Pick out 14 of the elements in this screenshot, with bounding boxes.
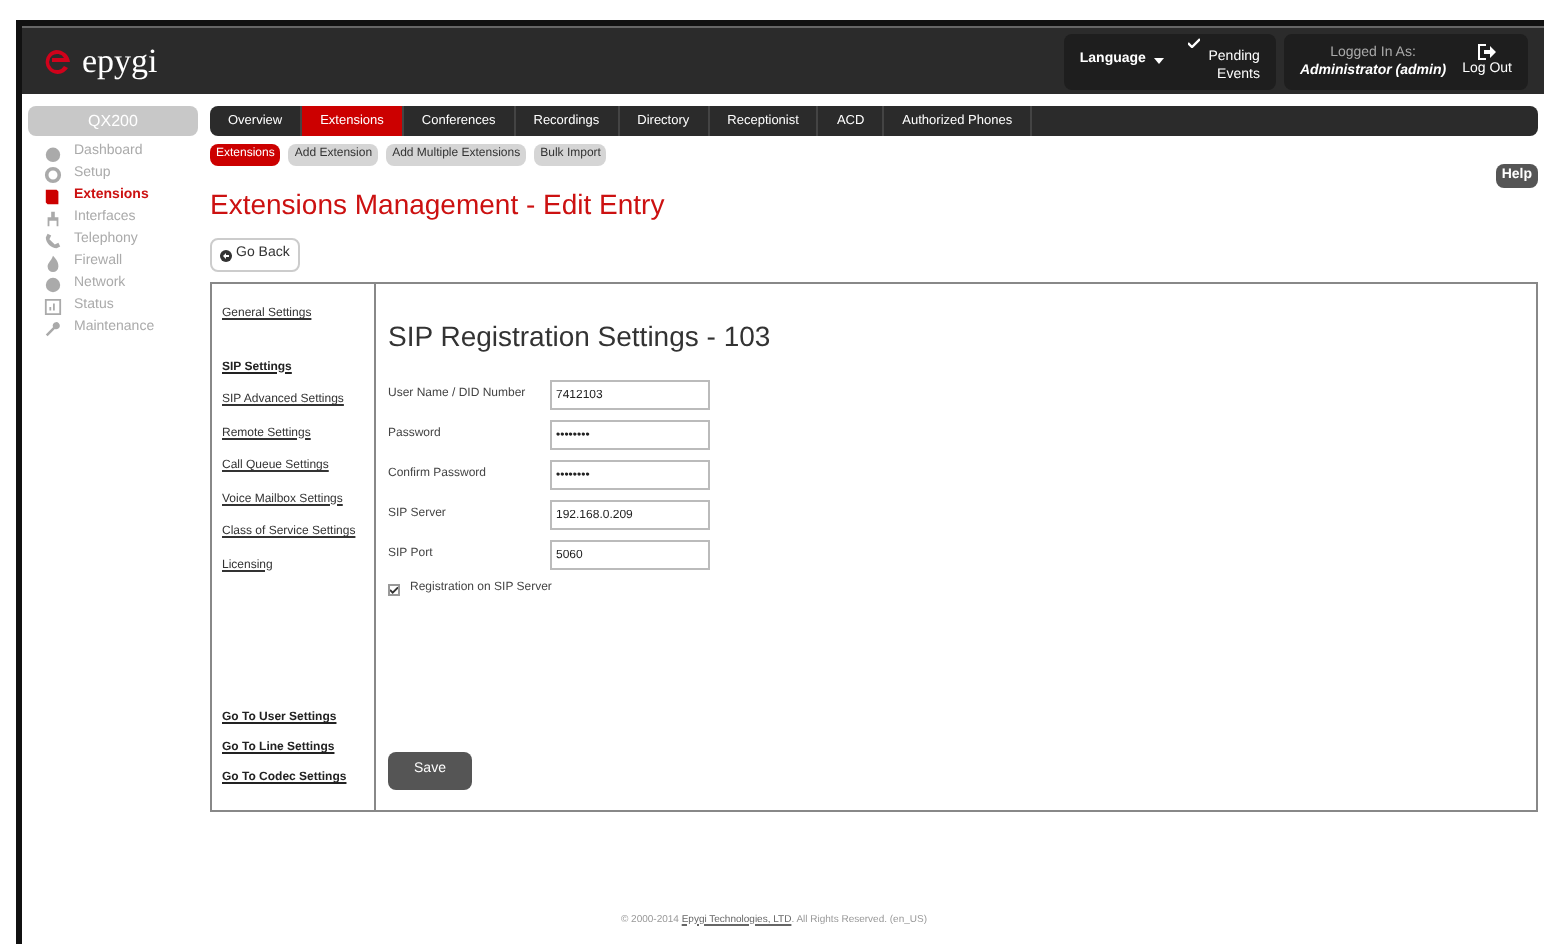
- arrow-circle-icon: [220, 249, 232, 261]
- page-title: Extensions Management - Edit Entry: [210, 186, 667, 224]
- form-title: SIP Registration Settings - 103: [388, 318, 773, 356]
- book-icon: [44, 188, 62, 206]
- logo-text: epygi: [82, 39, 158, 84]
- check-icon: [1187, 38, 1200, 48]
- flame-icon: [44, 254, 62, 272]
- logout-icon: [1478, 44, 1497, 60]
- checkbox[interactable]: [388, 583, 400, 595]
- caret-icon: [1153, 58, 1164, 64]
- gear-icon: [44, 166, 62, 184]
- plug-icon: [44, 210, 62, 228]
- phone-icon: [44, 232, 62, 250]
- bar-chart-icon: [44, 298, 62, 316]
